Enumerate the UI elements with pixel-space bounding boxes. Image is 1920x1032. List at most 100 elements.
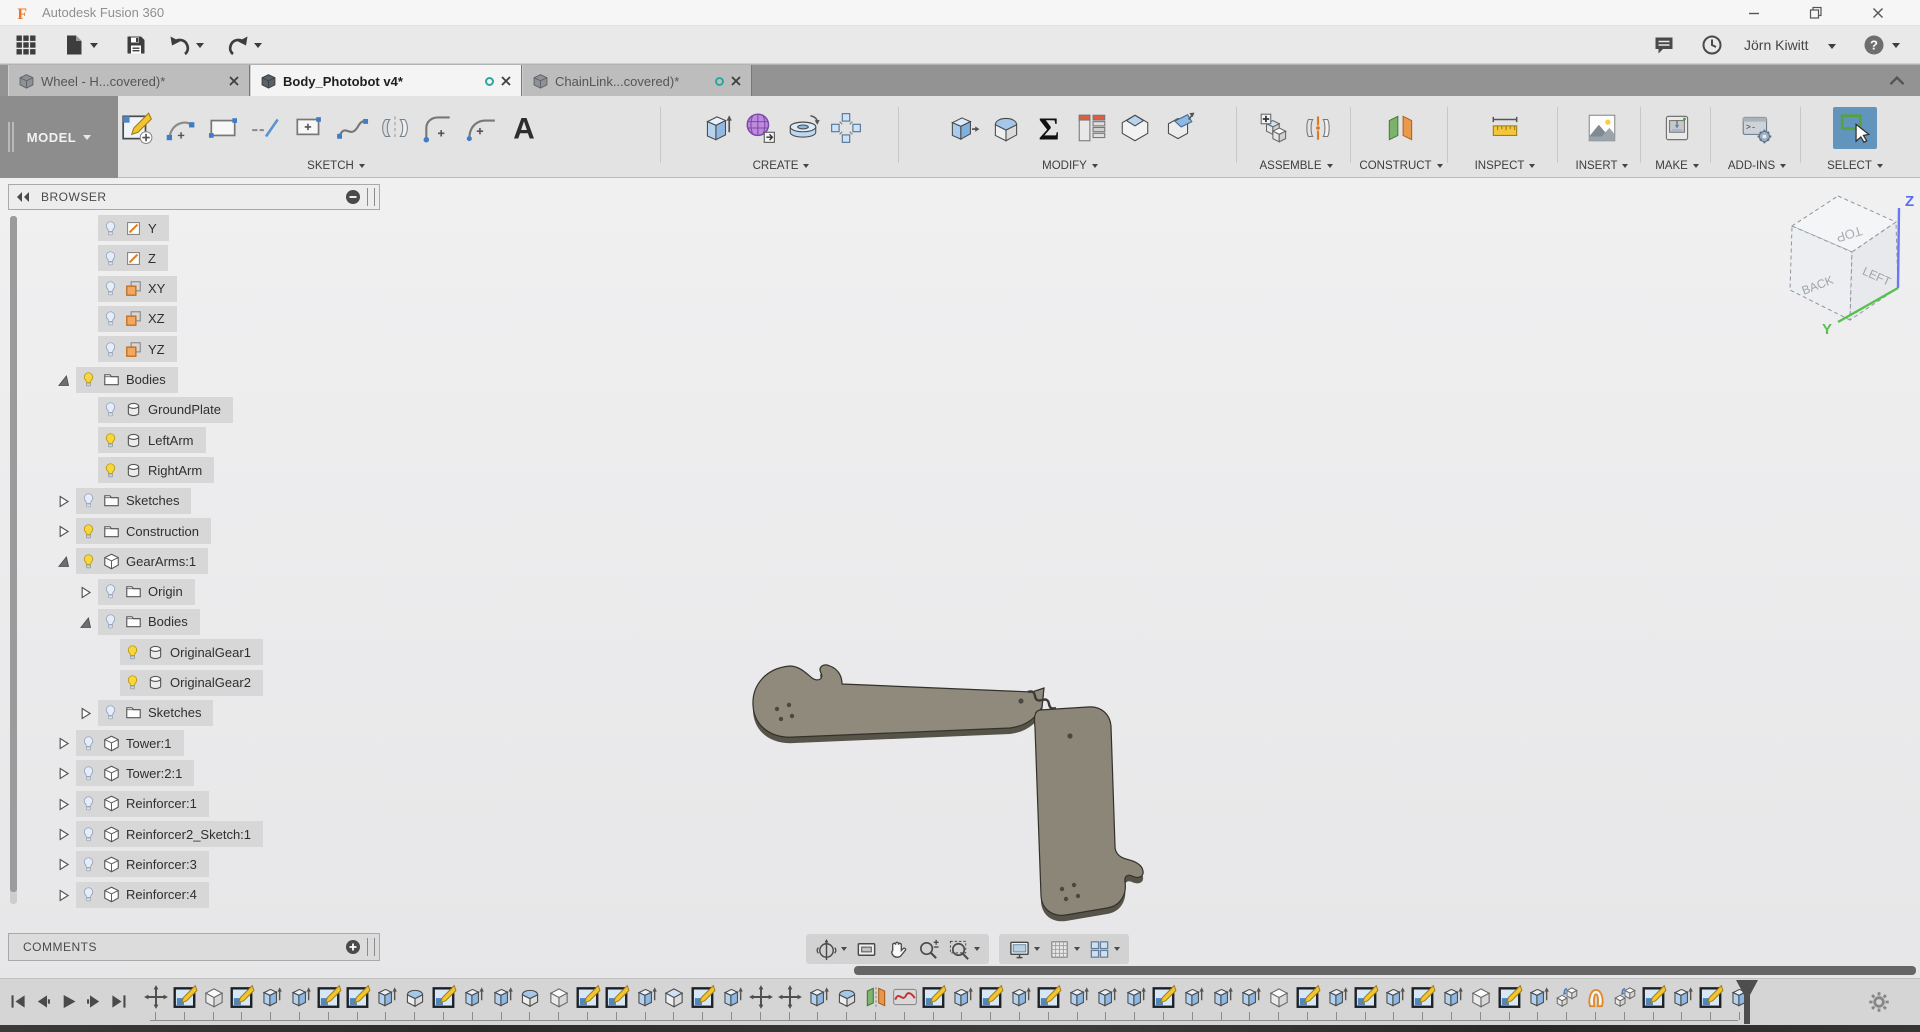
new-component-button[interactable] <box>1256 109 1294 147</box>
parameters-button[interactable]: Σ <box>1030 109 1068 147</box>
visibility-bulb-off-icon[interactable] <box>102 704 119 721</box>
timeline-feature-component[interactable] <box>546 984 572 1010</box>
timeline-feature-extrude[interactable] <box>1007 984 1033 1010</box>
create-sketch-button[interactable] <box>118 109 156 147</box>
timeline-feature-extrude[interactable] <box>460 984 486 1010</box>
help-button[interactable]: ? <box>1862 33 1886 57</box>
expand-toggle-icon[interactable] <box>56 766 71 781</box>
ribbon-dropdown-insert[interactable]: INSERT <box>1560 160 1644 172</box>
visibility-bulb-on-icon[interactable] <box>102 462 119 479</box>
expand-toggle-icon[interactable] <box>56 494 71 509</box>
expand-toggle-icon[interactable] <box>78 706 93 721</box>
browser-row-reinforcer-3[interactable]: Reinforcer:3 <box>0 850 420 878</box>
visibility-bulb-off-icon[interactable] <box>102 250 119 267</box>
save-button[interactable] <box>124 33 148 57</box>
visibility-bulb-on-icon[interactable] <box>80 523 97 540</box>
timeline-feature-sketch[interactable] <box>1698 984 1724 1010</box>
timeline-feature-extrude[interactable] <box>633 984 659 1010</box>
browser-row-groundplate[interactable]: GroundPlate <box>0 396 420 424</box>
fillet-button[interactable] <box>987 109 1025 147</box>
text-button[interactable]: A <box>505 109 543 147</box>
ribbon-dropdown-construct[interactable]: CONSTRUCT <box>1353 160 1449 172</box>
chamfer-button[interactable] <box>1116 109 1154 147</box>
timeline-feature-move[interactable] <box>748 984 774 1010</box>
insert-image-button[interactable] <box>1583 109 1621 147</box>
zoom-button[interactable] <box>914 938 943 961</box>
dropdown-caret-icon[interactable] <box>974 947 980 951</box>
model-body-leftarm[interactable] <box>752 664 1045 738</box>
timeline-feature-extrude[interactable] <box>1381 984 1407 1010</box>
browser-row-y[interactable]: Y <box>0 214 420 242</box>
ribbon-dropdown-select[interactable]: SELECT <box>1804 160 1906 172</box>
panel-resize-grip[interactable] <box>367 938 375 956</box>
press-pull-button[interactable] <box>944 109 982 147</box>
timeline-feature-sketch[interactable] <box>1641 984 1667 1010</box>
user-caret-icon[interactable] <box>1828 44 1836 49</box>
ribbon-dropdown-modify[interactable]: MODIFY <box>903 160 1237 172</box>
collapse-panel-icon[interactable] <box>15 190 31 204</box>
browser-row-sketches[interactable]: Sketches <box>0 699 420 727</box>
browser-row-reinforcer2-sketch-1[interactable]: Reinforcer2_Sketch:1 <box>0 820 420 848</box>
step-back-button[interactable] <box>33 991 54 1012</box>
browser-row-originalgear1[interactable]: OriginalGear1 <box>0 638 420 666</box>
timeline-feature-component[interactable] <box>201 984 227 1010</box>
mirror-sketch-button[interactable] <box>376 109 414 147</box>
browser-row-yz[interactable]: YZ <box>0 335 420 363</box>
tangent-arc-button[interactable] <box>462 109 500 147</box>
visibility-bulb-off-icon[interactable] <box>80 856 97 873</box>
collapse-toolbar-icon[interactable] <box>1886 71 1908 91</box>
timeline-feature-extrude[interactable] <box>1525 984 1551 1010</box>
timeline-feature-sketch[interactable] <box>345 984 371 1010</box>
browser-row-construction[interactable]: Construction <box>0 517 420 545</box>
browser-row-tower-2-1[interactable]: Tower:2:1 <box>0 759 420 787</box>
look-at-button[interactable] <box>852 938 881 961</box>
ribbon-dropdown-sketch[interactable]: SKETCH <box>118 160 554 172</box>
timeline-feature-component[interactable] <box>1468 984 1494 1010</box>
visibility-bulb-off-icon[interactable] <box>102 220 119 237</box>
timeline-feature-sketch[interactable] <box>1295 984 1321 1010</box>
timeline-feature-sketch[interactable] <box>978 984 1004 1010</box>
expand-toggle-icon[interactable] <box>56 524 71 539</box>
timeline-feature-extrude[interactable] <box>805 984 831 1010</box>
browser-row-xz[interactable]: XZ <box>0 305 420 333</box>
collapse-browser-icon[interactable] <box>345 189 361 205</box>
browser-scrollbar-thumb[interactable] <box>10 216 17 892</box>
revolve-button[interactable] <box>784 109 822 147</box>
split-button[interactable] <box>1159 109 1197 147</box>
file-menu-button[interactable] <box>62 33 86 57</box>
ribbon-dropdown-inspect[interactable]: INSPECT <box>1450 160 1560 172</box>
visibility-bulb-on-icon[interactable] <box>124 674 141 691</box>
visibility-bulb-off-icon[interactable] <box>102 583 119 600</box>
timeline-feature-sketch[interactable] <box>172 984 198 1010</box>
timeline-feature-hole[interactable] <box>1583 984 1609 1010</box>
visibility-bulb-off-icon[interactable] <box>80 886 97 903</box>
dropdown-caret-icon[interactable] <box>1074 947 1080 951</box>
timeline-feature-curve[interactable] <box>892 984 918 1010</box>
rectangle-button[interactable] <box>204 109 242 147</box>
visibility-bulb-on-icon[interactable] <box>80 371 97 388</box>
app-grid-button[interactable] <box>14 33 38 57</box>
undo-button[interactable] <box>168 33 192 57</box>
timeline-feature-sketch[interactable] <box>431 984 457 1010</box>
visibility-bulb-off-icon[interactable] <box>80 765 97 782</box>
timeline-feature-extrude[interactable] <box>1324 984 1350 1010</box>
arc-button[interactable] <box>161 109 199 147</box>
view-cube[interactable]: TOP BACK LEFT Z Y <box>1762 186 1920 338</box>
browser-row-origin[interactable]: Origin <box>0 578 420 606</box>
browser-row-geararms-1[interactable]: GearArms:1 <box>0 547 420 575</box>
timeline-feature-sketch[interactable] <box>316 984 342 1010</box>
model-body-rightarm[interactable] <box>1033 706 1144 916</box>
spline-button[interactable] <box>333 109 371 147</box>
timeline-feature-extrude[interactable] <box>489 984 515 1010</box>
tab-wheel[interactable]: Wheel - H...covered)* <box>8 65 250 97</box>
change-parameters-button[interactable] <box>1073 109 1111 147</box>
pan-button[interactable] <box>883 938 912 961</box>
minimize-button[interactable] <box>1734 0 1774 25</box>
visibility-bulb-on-icon[interactable] <box>80 553 97 570</box>
ribbon-dropdown-create[interactable]: CREATE <box>664 160 898 172</box>
timeline-feature-move[interactable] <box>777 984 803 1010</box>
collapse-toggle-icon[interactable] <box>56 554 71 569</box>
visibility-bulb-on-icon[interactable] <box>124 644 141 661</box>
grid-display-button[interactable] <box>1045 938 1083 961</box>
timeline-feature-copy[interactable] <box>1612 984 1638 1010</box>
